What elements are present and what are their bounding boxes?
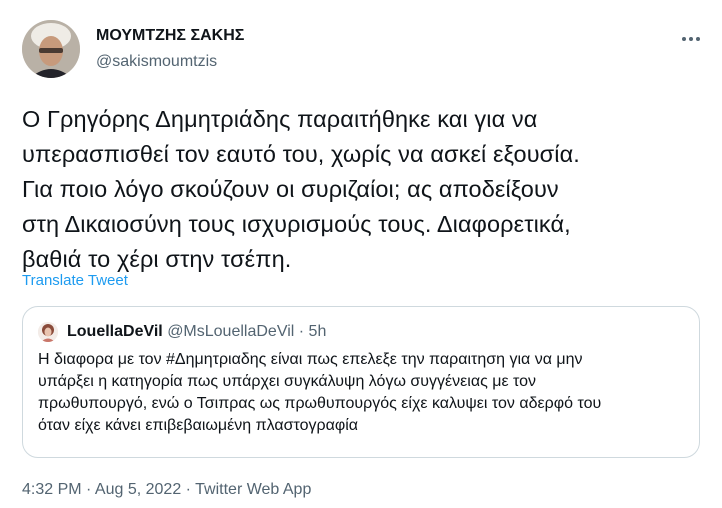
quoted-author-handle[interactable]: @MsLouellaDeVil [167,323,294,340]
tweet: ΜΟΥΜΤΖΗΣ ΣΑΚΗΣ @sakismoumtzis Ο Γρηγόρης… [0,0,722,508]
tweet-timestamp[interactable]: 4:32 PM · Aug 5, 2022 · Twitter Web App [22,481,311,499]
author-handle[interactable]: @sakismoumtzis [96,53,217,71]
quoted-tweet-text: Η διαφορα με τον #Δημητριαδης είναι πως … [38,351,602,434]
author-avatar[interactable] [22,20,80,78]
quoted-tweet[interactable]: LouellaDeVil @MsLouellaDeVil · 5h Η διαφ… [22,306,700,458]
quoted-tweet-time[interactable]: 5h [309,323,327,340]
more-options-icon[interactable] [674,22,708,56]
tweet-text: Ο Γρηγόρης Δημητριάδης παραιτήθηκε και γ… [22,106,580,272]
quoted-author-avatar[interactable] [38,322,58,342]
quoted-tweet-header: LouellaDeVil @MsLouellaDeVil · 5h [67,323,326,341]
quoted-author-name[interactable]: LouellaDeVil [67,323,163,340]
translate-tweet-link[interactable]: Translate Tweet [22,272,128,289]
separator-dot: · [298,323,305,340]
author-name[interactable]: ΜΟΥΜΤΖΗΣ ΣΑΚΗΣ [96,27,244,45]
